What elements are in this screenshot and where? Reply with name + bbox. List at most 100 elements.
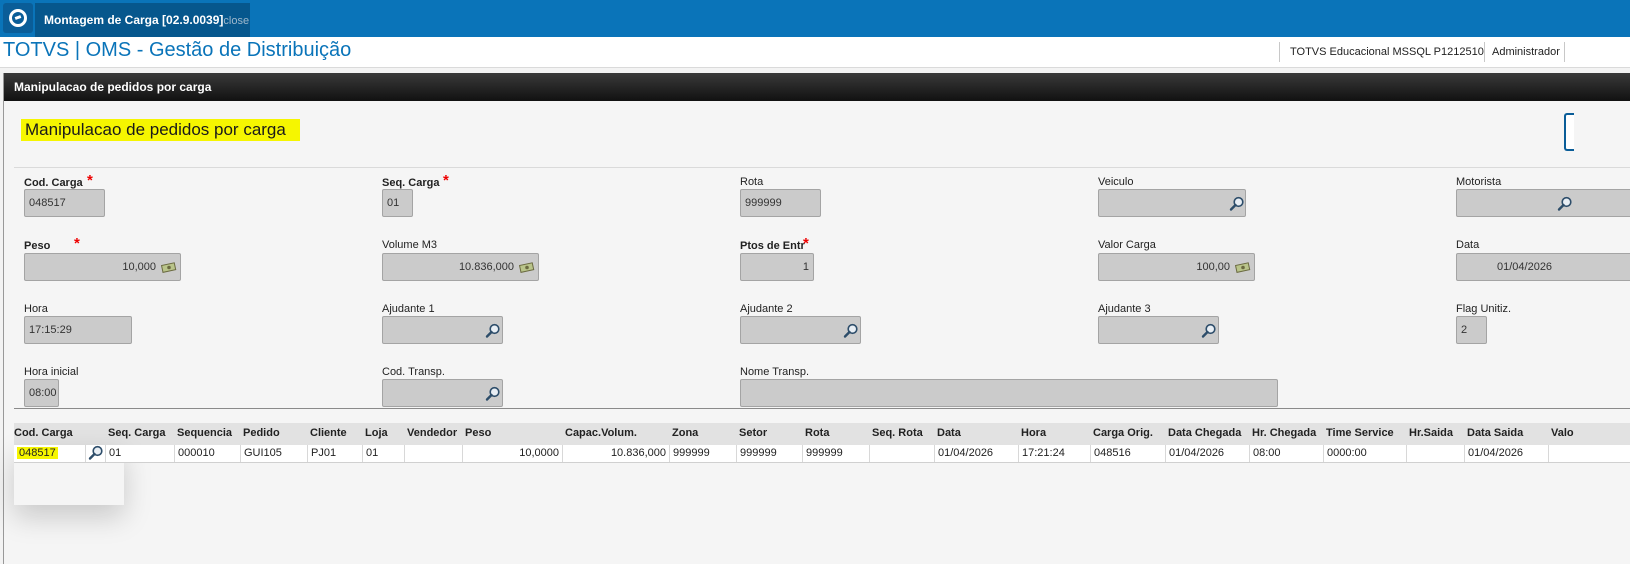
table-cell: 999999 [670, 445, 737, 462]
table-cell [405, 445, 463, 462]
required-marker: * [443, 172, 449, 189]
top-bar: Montagem de Carga [02.9.0039]close [0, 0, 1630, 37]
magnifier-icon[interactable] [1201, 323, 1217, 339]
panel-title: Manipulacao de pedidos por carga [4, 73, 1630, 101]
table-cell: 08:00 [1250, 445, 1324, 462]
peso-field[interactable]: 10,000 [24, 253, 181, 281]
column-header[interactable]: Seq. Rota [872, 427, 923, 439]
magnifier-icon[interactable] [485, 386, 501, 402]
ptos-entr-label: Ptos de Entr * [740, 235, 809, 252]
table-cell: 01/04/2026 [935, 445, 1019, 462]
data-label: Data [1456, 239, 1480, 251]
veiculo-field[interactable] [1098, 189, 1246, 217]
column-header[interactable]: Carga Orig. [1093, 427, 1153, 439]
flag-unitiz-field[interactable]: 2 [1456, 316, 1487, 344]
valor-carga-label: Valor Carga [1098, 239, 1156, 251]
peso-label: Peso * [24, 235, 80, 252]
grid-header: Cod. Carga Seq. Carga Sequencia Pedido C… [14, 423, 1630, 445]
column-header[interactable]: Hr. Chegada [1252, 427, 1316, 439]
column-header[interactable]: Vendedor [407, 427, 457, 439]
magnifier-icon[interactable] [1557, 196, 1573, 212]
required-marker: * [803, 235, 809, 252]
column-header[interactable]: Valo [1551, 427, 1574, 439]
column-header[interactable]: Cliente [310, 427, 347, 439]
table-cell: GUI105 [241, 445, 308, 462]
table-cell [1549, 445, 1630, 462]
hora-inicial-field[interactable]: 08:00 [24, 379, 59, 407]
cash-icon[interactable] [519, 261, 535, 273]
column-header[interactable]: Peso [465, 427, 491, 439]
required-marker: * [74, 235, 80, 252]
ajudante1-label: Ajudante 1 [382, 303, 435, 315]
column-header[interactable]: Capac.Volum. [565, 427, 637, 439]
magnifier-icon[interactable] [1229, 196, 1245, 212]
data-field[interactable]: 01/04/2026 [1456, 253, 1630, 281]
column-header[interactable]: Data Saida [1467, 427, 1523, 439]
column-header[interactable]: Zona [672, 427, 698, 439]
environment-label[interactable]: TOTVS Educacional MSSQL P1212510 [1290, 46, 1484, 58]
column-header[interactable]: Data [937, 427, 961, 439]
header-divider [1484, 42, 1485, 62]
column-header[interactable]: Hora [1021, 427, 1046, 439]
tab-close-button[interactable]: close [223, 15, 249, 27]
user-label[interactable]: Administrador [1492, 46, 1560, 58]
magnifier-icon[interactable] [485, 323, 501, 339]
table-cell: 01 [106, 445, 175, 462]
seq-carga-label: Seq. Carga * [382, 172, 449, 189]
magnifier-icon[interactable] [843, 323, 859, 339]
cod-carga-field[interactable]: 048517 [24, 189, 105, 217]
cod-transp-label: Cod. Transp. [382, 366, 445, 378]
seq-carga-field[interactable]: 01 [382, 189, 413, 217]
column-header[interactable]: Time Service [1326, 427, 1394, 439]
cod-carga-label: Cod. Carga * [24, 172, 93, 189]
app-title: TOTVS | OMS - Gestão de Distribuição [3, 39, 352, 61]
veiculo-label: Veiculo [1098, 176, 1134, 188]
table-cell: PJ01 [308, 445, 363, 462]
table-cell: 01/04/2026 [1166, 445, 1250, 462]
lookup-cell[interactable] [86, 445, 106, 462]
ajudante3-field[interactable] [1098, 316, 1219, 344]
totvs-logo-icon[interactable] [3, 3, 33, 33]
column-header[interactable]: Hr.Saida [1409, 427, 1453, 439]
column-header[interactable]: Loja [365, 427, 388, 439]
table-cell: 01/04/2026 [1465, 445, 1549, 462]
rota-label: Rota [740, 176, 764, 188]
table-row[interactable]: 048517 01 000010 GUI105 PJ01 01 10,0000 … [14, 445, 1630, 463]
column-header[interactable]: Seq. Carga [108, 427, 165, 439]
table-cell-cod-carga[interactable]: 048517 [14, 445, 86, 462]
hora-inicial-label: Hora inicial [24, 366, 79, 378]
column-header[interactable]: Cod. Carga [14, 427, 73, 439]
ajudante2-label: Ajudante 2 [740, 303, 793, 315]
ptos-entr-field[interactable]: 1 [740, 253, 814, 281]
ajudante3-label: Ajudante 3 [1098, 303, 1151, 315]
column-header[interactable]: Sequencia [177, 427, 232, 439]
column-header[interactable]: Setor [739, 427, 767, 439]
nome-transp-field[interactable] [740, 379, 1278, 407]
header-divider [1564, 42, 1565, 62]
volume-m3-field[interactable]: 10.836,000 [382, 253, 539, 281]
hora-field[interactable]: 17:15:29 [24, 316, 132, 344]
cod-transp-field[interactable] [382, 379, 503, 407]
table-cell: 999999 [803, 445, 870, 462]
ajudante1-field[interactable] [382, 316, 503, 344]
divider [14, 408, 1630, 409]
cash-icon[interactable] [1235, 261, 1251, 273]
ajudante2-field[interactable] [740, 316, 861, 344]
cash-icon[interactable] [161, 261, 177, 273]
nome-transp-label: Nome Transp. [740, 366, 810, 378]
rota-field[interactable]: 999999 [740, 189, 821, 217]
table-cell: 10,0000 [463, 445, 563, 462]
action-button[interactable] [1564, 113, 1574, 151]
tab-montagem-de-carga[interactable]: Montagem de Carga [02.9.0039]close [35, 3, 250, 37]
magnifier-icon[interactable] [88, 445, 104, 461]
column-header[interactable]: Rota [805, 427, 829, 439]
column-header[interactable]: Data Chegada [1168, 427, 1241, 439]
motorista-field[interactable] [1456, 189, 1630, 217]
page-heading: Manipulacao de pedidos por carga [21, 119, 300, 141]
tab-title: Montagem de Carga [02.9.0039] [44, 13, 224, 27]
column-header[interactable]: Pedido [243, 427, 280, 439]
table-cell: 0000:00 [1324, 445, 1407, 462]
valor-carga-field[interactable]: 100,00 [1098, 253, 1255, 281]
motorista-label: Motorista [1456, 176, 1502, 188]
divider [14, 167, 1630, 168]
